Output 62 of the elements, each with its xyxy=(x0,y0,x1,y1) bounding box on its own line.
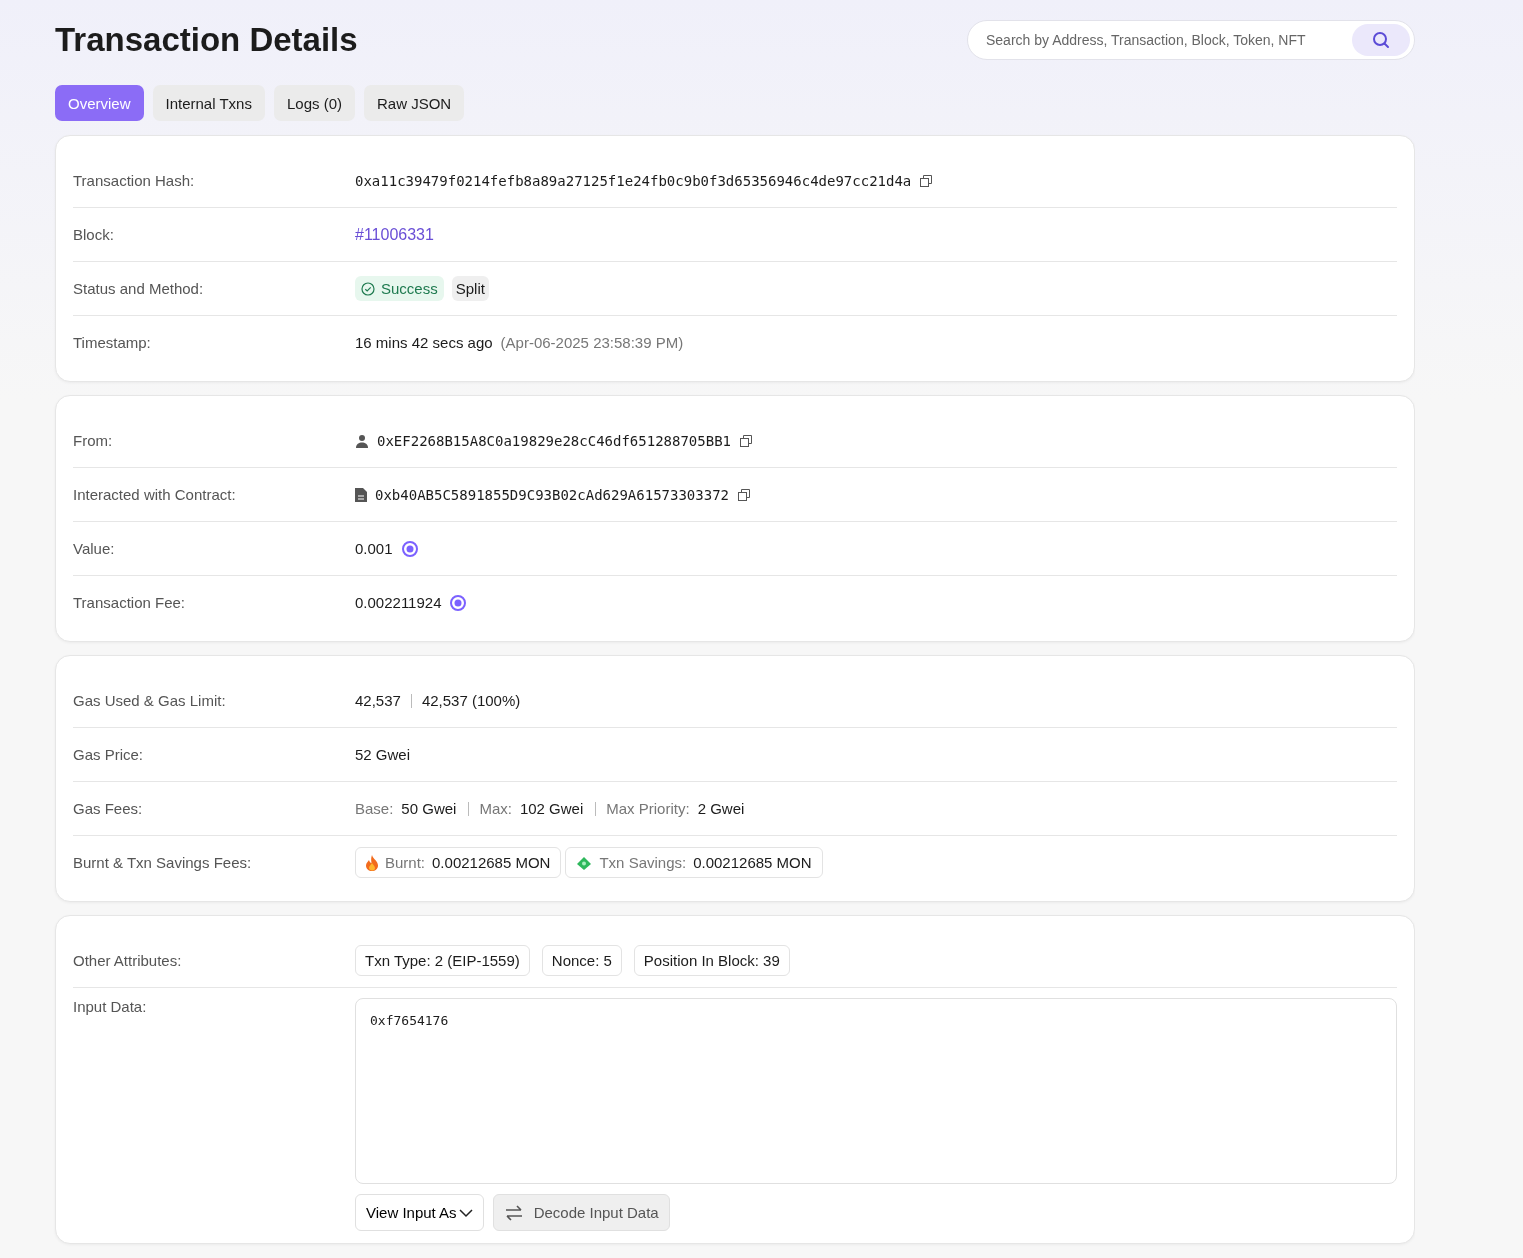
caret-icon xyxy=(458,1207,473,1218)
timestamp-age: 16 mins 42 secs ago xyxy=(355,334,493,351)
search-bar[interactable]: Search by Address, Transaction, Block, Token, NFT xyxy=(967,20,1415,60)
field-label: Transaction Hash: xyxy=(73,172,196,189)
field-label: Status and Method: xyxy=(73,280,205,297)
field-label: Block: xyxy=(73,226,115,243)
status-text: Success xyxy=(381,280,438,297)
fee-chip: Burnt: 0.00212685 MON xyxy=(355,847,562,878)
method-badge: Split xyxy=(451,276,489,301)
person-icon xyxy=(355,433,369,448)
page-title: Transaction Details xyxy=(55,21,358,59)
gas-used: 42,537 xyxy=(355,692,401,709)
attribute-tag: Nonce: 5 xyxy=(541,945,622,976)
view-input-dropdown[interactable]: View Input As xyxy=(355,1194,484,1231)
fee-label: Base: xyxy=(355,800,394,817)
tab[interactable]: Overview xyxy=(55,85,144,121)
field-label: Interacted with Contract: xyxy=(73,486,237,503)
flame-icon xyxy=(366,854,378,871)
block-link[interactable]: #11006331 xyxy=(355,225,434,244)
field-label: Gas Price: xyxy=(73,746,145,763)
transaction-hash: 0xa11c39479f0214fefb8a89a27125f1e24fb0c9b0f3d65356946c4de97cc21d4a xyxy=(355,172,912,189)
document-icon xyxy=(355,487,367,502)
copy-icon[interactable] xyxy=(919,173,934,188)
search-button[interactable] xyxy=(1352,24,1410,56)
tab[interactable]: Logs (0) xyxy=(273,85,355,121)
field-label: Gas Fees: xyxy=(73,800,144,817)
tab[interactable]: Internal Txns xyxy=(152,85,265,121)
amount-value: 0.001 xyxy=(355,540,393,557)
fee-label: Max Priority: xyxy=(606,800,690,817)
field-label: Other Attributes: xyxy=(73,952,183,969)
amount-value: 0.002211924 xyxy=(355,594,442,611)
search-field[interactable]: Search by Address, Transaction, Block, Token, NFT xyxy=(984,31,1352,49)
token-icon xyxy=(449,593,468,612)
copy-icon[interactable] xyxy=(737,487,751,502)
field-value: 52 Gwei xyxy=(355,746,411,763)
attribute-tag: Txn Type: 2 (EIP-1559) xyxy=(355,945,530,976)
swap-arrows-icon xyxy=(503,1204,524,1221)
tab[interactable]: Raw JSON xyxy=(364,85,465,121)
fee-chip: Txn Savings: 0.00212685 MON xyxy=(565,847,823,878)
copy-icon[interactable] xyxy=(739,433,753,448)
field-label: Burnt & Txn Savings Fees: xyxy=(73,854,253,871)
input-data-box[interactable]: 0xf7654176 xyxy=(355,998,1397,1184)
timestamp-date: (Apr-06-2025 23:58:39 PM) xyxy=(500,334,684,351)
banknote-icon xyxy=(576,855,593,870)
field-label: Transaction Fee: xyxy=(73,594,186,611)
decode-button[interactable]: Decode Input Data xyxy=(492,1194,670,1231)
address-link[interactable]: 0xEF2268B15A8C0a19829e28cC46df651288705BB1 xyxy=(377,432,731,449)
search-icon xyxy=(1371,30,1391,50)
attribute-tag: Position In Block: 39 xyxy=(633,945,790,976)
field-label: From: xyxy=(73,432,114,449)
token-icon xyxy=(400,539,419,558)
gas-limit: 42,537 (100%) xyxy=(421,692,521,709)
field-label: Gas Used & Gas Limit: xyxy=(73,692,227,709)
field-label: Input Data: xyxy=(73,998,148,1015)
field-label: Timestamp: xyxy=(73,334,152,351)
check-circle-icon xyxy=(361,281,375,296)
field-label: Value: xyxy=(73,540,116,557)
fee-label: Max: xyxy=(479,800,512,817)
fee-value: 102 Gwei xyxy=(519,800,584,817)
fee-value: 2 Gwei xyxy=(697,800,745,817)
fee-value: 50 Gwei xyxy=(401,800,457,817)
address-link[interactable]: 0xb40AB5C5891855D9C93B02cAd629A61573303372 xyxy=(375,486,729,503)
